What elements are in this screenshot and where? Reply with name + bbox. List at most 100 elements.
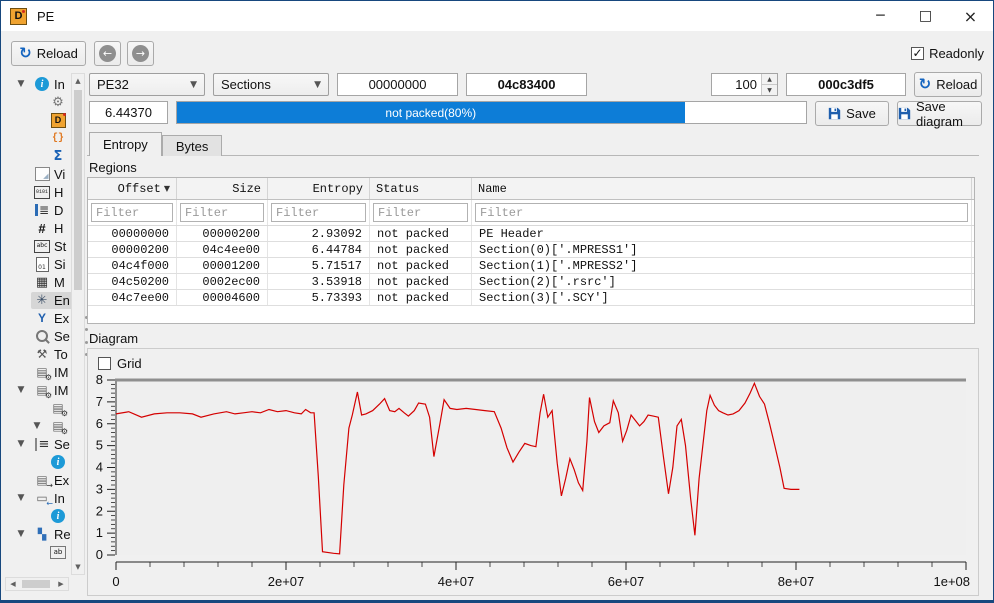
reload2-button[interactable]: Reload (914, 72, 982, 97)
sidebar-item-hash[interactable]: H (5, 219, 71, 237)
column-header-name[interactable]: Name (472, 178, 972, 199)
sections-icon (34, 437, 50, 452)
scroll-left-icon[interactable]: ◀ (6, 578, 20, 590)
filter-input-entropy[interactable] (271, 203, 366, 222)
sidebar-item-image-sub-2[interactable]: ▼ (5, 417, 71, 435)
sidebar-item-image-sub-1[interactable] (5, 399, 71, 417)
readonly-checkbox-wrap[interactable]: Readonly (911, 46, 984, 61)
cell-status: not packed (370, 226, 472, 241)
spin-down-icon[interactable]: ▼ (762, 85, 777, 95)
sigma-icon (50, 149, 66, 164)
column-header-size[interactable]: Size (177, 178, 268, 199)
sidebar-item-die-script[interactable] (5, 111, 71, 129)
column-header-offset[interactable]: Offset▼ (88, 178, 177, 199)
grid-checkbox-wrap[interactable]: Grid (98, 356, 142, 371)
svg-text:2e+07: 2e+07 (268, 574, 305, 589)
cell-entropy: 3.53918 (268, 274, 370, 289)
filter-input-offset[interactable] (91, 203, 173, 222)
forward-button[interactable]: → (127, 41, 154, 66)
svg-text:4e+07: 4e+07 (438, 574, 475, 589)
cell-name: Section(2)['.rsrc'] (472, 274, 972, 289)
tab-entropy[interactable]: Entropy (89, 132, 162, 156)
expander-icon[interactable]: ▼ (11, 79, 31, 89)
sidebar-item-resources[interactable]: ▼Re (5, 525, 71, 543)
sidebar-item-tools[interactable]: To (5, 345, 71, 363)
sidebar-item-sigma[interactable] (5, 147, 71, 165)
tab-bytes[interactable]: Bytes (162, 135, 223, 156)
region-combo[interactable]: Sections ▼ (213, 73, 329, 96)
sidebar-item-import-info[interactable] (5, 507, 71, 525)
back-button[interactable]: ← (94, 41, 121, 66)
sidebar-item-sections[interactable]: ▼Se (5, 435, 71, 453)
sidebar-item-resources-sub[interactable] (5, 543, 71, 561)
tabbar: EntropyBytes (89, 132, 222, 156)
grid-checkbox[interactable] (98, 357, 111, 370)
sidebar-item-file-type[interactable] (5, 129, 71, 147)
sidebar-item-extractor[interactable]: Ex (5, 309, 71, 327)
spin-up-icon[interactable]: ▲ (762, 74, 777, 85)
entropy-total-field[interactable]: 6.44370 (89, 101, 168, 124)
svg-text:8: 8 (96, 373, 103, 387)
maximize-button[interactable]: □ (903, 1, 948, 31)
reload-button[interactable]: Reload (11, 41, 86, 66)
table-row[interactable]: 04c7ee00000046005.73393not packedSection… (88, 290, 974, 306)
column-header-entropy[interactable]: Entropy (268, 178, 370, 199)
minimize-button[interactable]: ─ (858, 1, 903, 31)
sidebar-item-export[interactable]: Ex (5, 471, 71, 489)
filetype-combo[interactable]: PE32 ▼ (89, 73, 205, 96)
sidebar-item-info[interactable]: ▼In (5, 75, 71, 93)
expander-icon[interactable]: ▼ (11, 529, 31, 539)
export-icon (34, 473, 50, 488)
entropy-progress-chunk: not packed(80%) (177, 102, 685, 123)
count-spinner[interactable]: 100 ▲▼ (711, 73, 778, 96)
regions-table[interactable]: Offset▼SizeEntropyStatusName 000000000000… (87, 177, 975, 324)
expander-icon[interactable]: ▼ (11, 439, 31, 449)
sidebar-item-memory-map[interactable]: M (5, 273, 71, 291)
tree-vscrollbar[interactable]: ▲ ▼ (71, 73, 85, 575)
table-row[interactable]: 0000020004c4ee006.44784not packedSection… (88, 242, 974, 258)
filter-input-status[interactable] (373, 203, 468, 222)
sidebar-item-strings[interactable]: St (5, 237, 71, 255)
sidebar-item-signatures[interactable]: Si (5, 255, 71, 273)
diagram-group-label: Diagram (89, 331, 138, 346)
chevron-down-icon: ▼ (314, 80, 321, 90)
svg-text:2: 2 (96, 503, 103, 518)
column-header-status[interactable]: Status (370, 178, 472, 199)
titlebar[interactable]: D PE ─ □ × (1, 1, 993, 31)
sidebar-item-search[interactable]: Se (5, 327, 71, 345)
sidebar-item-options[interactable] (5, 93, 71, 111)
svg-text:6: 6 (96, 416, 103, 431)
tree-hscroll-thumb[interactable] (22, 580, 50, 588)
size-field[interactable]: 04c83400 (466, 73, 587, 96)
tree-vscroll-thumb[interactable] (74, 90, 82, 290)
sidebar-item-disasm[interactable]: D (5, 201, 71, 219)
filter-input-name[interactable] (475, 203, 968, 222)
sidebar-item-hex[interactable]: H (5, 183, 71, 201)
save-diagram-button[interactable]: Save diagram (897, 101, 982, 126)
sidebar-item-label: IM (54, 365, 68, 380)
close-button[interactable]: × (948, 1, 993, 31)
sidebar-item-import[interactable]: ▼In (5, 489, 71, 507)
sidebar-item-entropy[interactable]: En (5, 291, 71, 309)
filter-input-size[interactable] (180, 203, 264, 222)
sidebar-item-image-header-2[interactable]: ▼IM (5, 381, 71, 399)
expander-icon[interactable]: ▼ (11, 493, 31, 503)
scroll-right-icon[interactable]: ▶ (54, 578, 68, 590)
scroll-down-icon[interactable]: ▼ (72, 560, 84, 574)
table-row[interactable]: 04c4f000000012005.71517not packedSection… (88, 258, 974, 274)
cell-name: Section(3)['.SCY'] (472, 290, 972, 305)
expander-icon[interactable]: ▼ (11, 385, 31, 395)
offset-field[interactable]: 00000000 (337, 73, 458, 96)
readonly-checkbox[interactable] (911, 47, 924, 60)
table-row[interactable]: 00000000000002002.93092not packedPE Head… (88, 226, 974, 242)
sidebar-item-sections-info[interactable] (5, 453, 71, 471)
sidebar-item-label: Si (54, 257, 66, 272)
expander-icon[interactable]: ▼ (27, 421, 47, 431)
scroll-up-icon[interactable]: ▲ (72, 74, 84, 88)
sidebar-item-visualization[interactable]: Vi (5, 165, 71, 183)
size2-field[interactable]: 000c3df5 (786, 73, 906, 96)
sidebar-item-image-header-1[interactable]: IM (5, 363, 71, 381)
save-button[interactable]: Save (815, 101, 889, 126)
tree-hscrollbar[interactable]: ◀ ▶ (5, 577, 69, 591)
table-row[interactable]: 04c502000002ec003.53918not packedSection… (88, 274, 974, 290)
